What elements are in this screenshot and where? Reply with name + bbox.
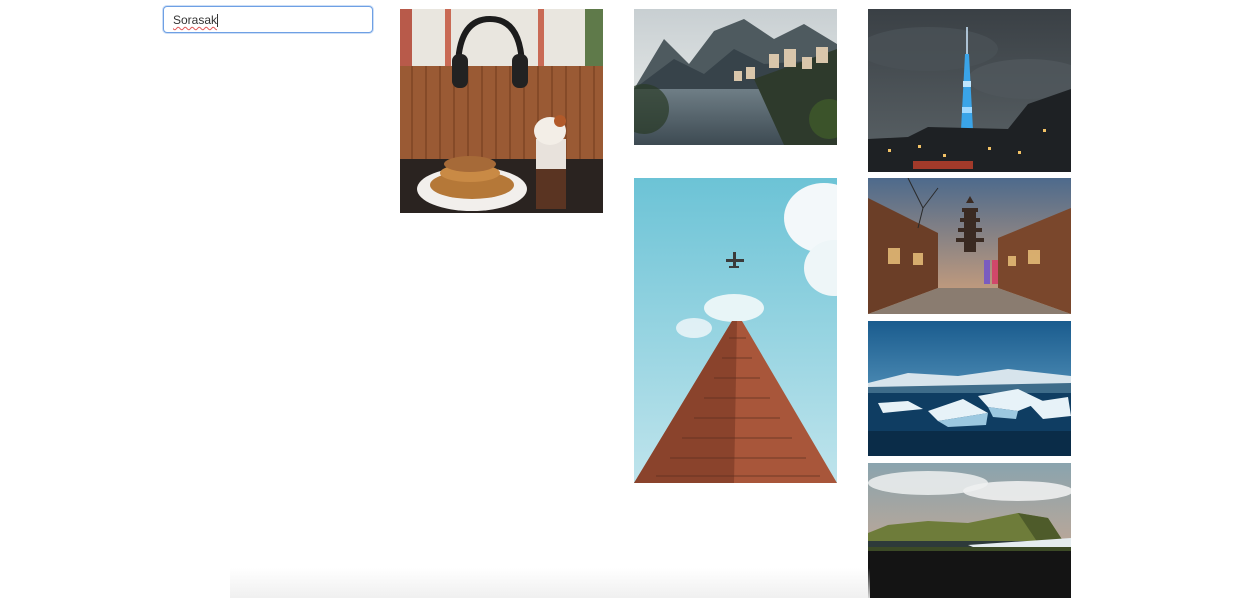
gallery-photo-skyscraper[interactable] xyxy=(634,178,837,483)
skyscraper-airplane-photo xyxy=(634,178,837,483)
text-caret xyxy=(217,14,218,27)
gallery-photo-kyoto[interactable] xyxy=(868,178,1071,314)
search-input[interactable]: Sorasak xyxy=(163,6,373,33)
gallery-photo-lake[interactable] xyxy=(634,9,837,145)
bottom-shadow xyxy=(230,568,870,598)
page: Sorasak xyxy=(0,0,1247,598)
kyoto-pagoda-street-photo xyxy=(868,178,1071,314)
search-input-value: Sorasak xyxy=(173,13,218,27)
mountain-lake-village-photo xyxy=(634,9,837,145)
glacier-lagoon-icebergs-photo xyxy=(868,321,1071,456)
coastal-cliff-sunset-photo xyxy=(868,463,1071,598)
gallery-photo-skytree[interactable] xyxy=(868,9,1071,172)
gallery-photo-glacier[interactable] xyxy=(868,321,1071,456)
cafe-headphones-pancakes-photo xyxy=(400,9,603,213)
gallery-photo-coast[interactable] xyxy=(868,463,1071,598)
gallery-photo-cafe[interactable] xyxy=(400,9,603,213)
skytree-tower-night-photo xyxy=(868,9,1071,172)
